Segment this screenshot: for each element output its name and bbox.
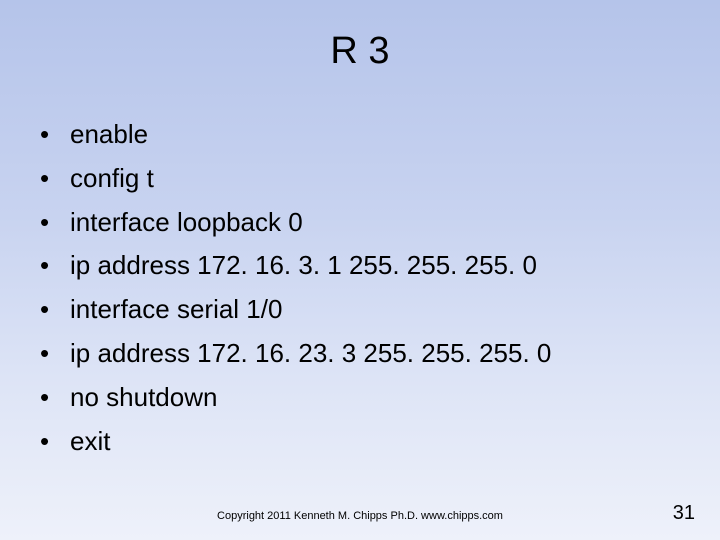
page-number: 31	[673, 502, 695, 525]
list-item: • interface serial 1/0	[40, 293, 720, 327]
list-item: • ip address 172. 16. 23. 3 255. 255. 25…	[40, 337, 720, 371]
list-item: • config t	[40, 162, 720, 196]
bullet-text: interface loopback 0	[70, 206, 303, 240]
bullet-text: interface serial 1/0	[70, 293, 282, 327]
list-item: • no shutdown	[40, 381, 720, 415]
bullet-icon: •	[40, 162, 70, 196]
list-item: • enable	[40, 118, 720, 152]
bullet-icon: •	[40, 206, 70, 240]
list-item: • interface loopback 0	[40, 206, 720, 240]
list-item: • exit	[40, 425, 720, 459]
copyright-text: Copyright 2011 Kenneth M. Chipps Ph.D. w…	[0, 510, 720, 522]
bullet-list: • enable • config t • interface loopback…	[0, 118, 720, 458]
bullet-icon: •	[40, 381, 70, 415]
bullet-icon: •	[40, 249, 70, 283]
bullet-text: no shutdown	[70, 381, 217, 415]
bullet-text: enable	[70, 118, 148, 152]
bullet-icon: •	[40, 293, 70, 327]
bullet-text: ip address 172. 16. 23. 3 255. 255. 255.…	[70, 337, 551, 371]
bullet-text: ip address 172. 16. 3. 1 255. 255. 255. …	[70, 249, 537, 283]
bullet-icon: •	[40, 337, 70, 371]
bullet-icon: •	[40, 425, 70, 459]
bullet-text: exit	[70, 425, 110, 459]
list-item: • ip address 172. 16. 3. 1 255. 255. 255…	[40, 249, 720, 283]
bullet-text: config t	[70, 162, 154, 196]
slide-title: R 3	[0, 0, 720, 118]
bullet-icon: •	[40, 118, 70, 152]
